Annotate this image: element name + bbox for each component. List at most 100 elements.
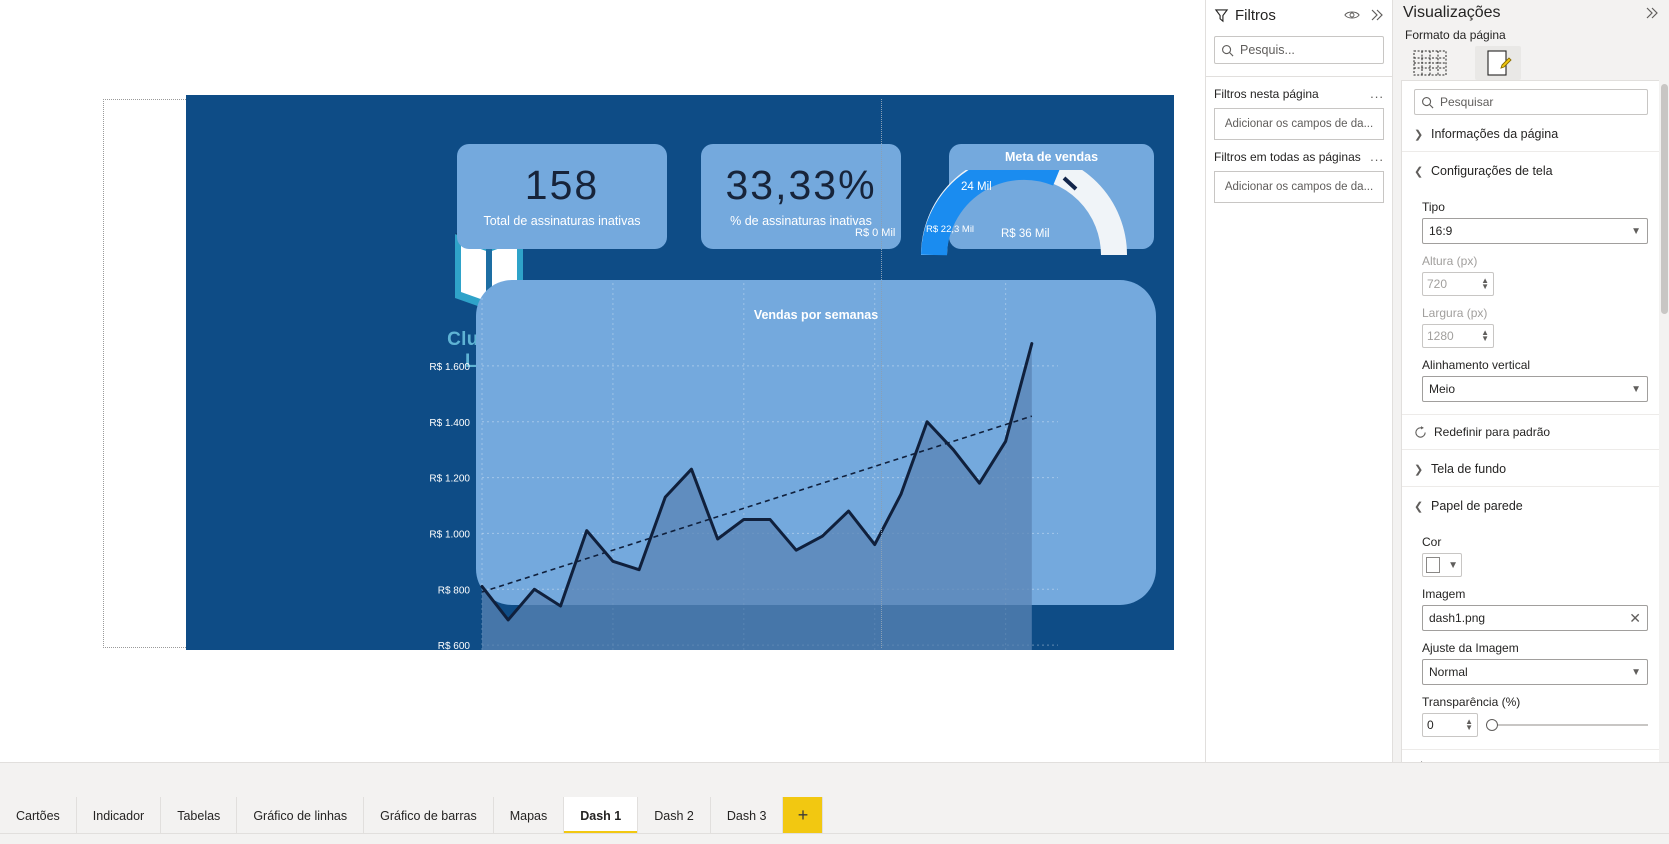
table-grid-icon[interactable] xyxy=(1407,46,1453,80)
section-canvas-settings[interactable]: ❮ Configurações de tela xyxy=(1402,152,1660,188)
page-tab-label: Dash 3 xyxy=(726,808,767,823)
wallpaper-color-picker[interactable]: ▼ xyxy=(1422,553,1462,577)
clear-image-icon[interactable]: ✕ xyxy=(1629,610,1641,627)
filter-group-page: Filtros nesta página ... Adicionar os ca… xyxy=(1206,77,1392,140)
sales-area-fill xyxy=(482,343,1032,650)
filter-group-title: Filtros em todas as páginas xyxy=(1214,150,1361,164)
page-tab-bar: Cartões Indicador Tabelas Gráfico de linhas… xyxy=(0,762,1669,844)
filter-group-head: Filtros em todas as páginas ... xyxy=(1214,150,1384,164)
search-icon xyxy=(1422,96,1434,108)
page-tab-cartões[interactable]: Cartões xyxy=(0,797,77,834)
filters-pane-header: Filtros xyxy=(1206,0,1392,30)
filter-group-all-pages: Filtros em todas as páginas ... Adiciona… xyxy=(1206,140,1392,203)
width-stepper[interactable]: 1280 ▲ ▼ xyxy=(1422,324,1494,348)
format-pane-scrollbar-thumb[interactable] xyxy=(1661,84,1668,314)
wallpaper-transparency-label: Transparência (%) xyxy=(1422,695,1521,709)
wallpaper-image-label: Imagem xyxy=(1422,587,1466,601)
section-page-info[interactable]: ❯ Informações da página xyxy=(1402,115,1660,152)
format-search-placeholder: Pesquisar xyxy=(1440,95,1494,109)
y-axis-tick-label: R$ 1.000 xyxy=(429,529,470,540)
section-wallpaper[interactable]: ❮ Papel de parede xyxy=(1402,487,1660,523)
page-tab-label: Cartões xyxy=(16,808,60,823)
chevron-down-icon: ▼ xyxy=(1631,666,1641,678)
color-chip xyxy=(1426,557,1441,573)
add-page-button[interactable]: + xyxy=(783,797,824,834)
filter-dropzone[interactable]: Adicionar os campos de da... xyxy=(1214,171,1384,203)
page-tab-label: Mapas xyxy=(509,808,548,823)
width-value: 1280 xyxy=(1427,329,1454,343)
type-value: 16:9 xyxy=(1429,224,1453,238)
reset-wallpaper-button[interactable]: Redefinir para padrão xyxy=(1402,749,1660,762)
filters-pane: Filtros Pesquis... Filtros nesta página … xyxy=(1205,0,1393,762)
reset-icon xyxy=(1415,425,1426,438)
format-options-body: Pesquisar ❯ Informações da página ❮ Conf… xyxy=(1401,80,1661,762)
page-tab-list: Cartões Indicador Tabelas Gráfico de linhas… xyxy=(0,797,824,834)
filters-search-input[interactable]: Pesquis... xyxy=(1214,36,1384,64)
filters-search-placeholder: Pesquis... xyxy=(1240,43,1295,57)
page-tab-tabelas[interactable]: Tabelas xyxy=(161,797,238,834)
chevron-right-icon: ❯ xyxy=(1414,128,1424,141)
transparency-stepper[interactable]: 0 ▲ ▼ xyxy=(1422,713,1478,737)
stepper-arrows-icon: ▲ ▼ xyxy=(1481,276,1489,291)
wallpaper-image-field[interactable]: dash1.png ✕ xyxy=(1422,605,1648,631)
filter-group-more-button[interactable]: ... xyxy=(1370,87,1384,100)
chevrons-right-icon[interactable] xyxy=(1370,9,1384,21)
filter-dropzone[interactable]: Adicionar os campos de da... xyxy=(1214,108,1384,140)
y-axis-tick-label: R$ 1.400 xyxy=(429,418,470,429)
width-label: Largura (px) xyxy=(1422,306,1488,320)
section-label: Informações da página xyxy=(1431,127,1559,141)
wallpaper-transparency-row: 0 ▲ ▼ xyxy=(1422,713,1648,737)
type-select[interactable]: 16:9 ▼ xyxy=(1422,218,1648,244)
page-tab-dash-1[interactable]: Dash 1 xyxy=(564,797,639,834)
canvas-settings-body: Tipo 16:9 ▼ Altura (px) 720 ▲ ▼ Largura (… xyxy=(1402,188,1660,414)
chevrons-right-icon[interactable] xyxy=(1645,7,1659,19)
chevron-down-icon: ▼ xyxy=(1631,225,1641,237)
reset-label: Redefinir para padrão xyxy=(1434,425,1551,439)
section-label: Configurações de tela xyxy=(1431,164,1553,178)
page-tab-label: Dash 1 xyxy=(580,808,622,823)
y-axis-tick-label: R$ 800 xyxy=(438,585,471,596)
transparency-slider[interactable] xyxy=(1486,719,1648,731)
visualizations-pane-header: Visualizações xyxy=(1393,0,1669,22)
page-format-icon xyxy=(1487,50,1512,76)
wallpaper-body: Cor ▼ Imagem dash1.png ✕ Ajuste da Image… xyxy=(1402,523,1660,749)
format-search-input[interactable]: Pesquisar xyxy=(1414,89,1648,115)
page-tab-label: Gráfico de linhas xyxy=(253,808,348,823)
chevron-down-icon: ❮ xyxy=(1414,500,1424,513)
format-tab-strip xyxy=(1393,44,1669,80)
y-axis-tick-label: R$ 600 xyxy=(438,641,471,650)
type-label: Tipo xyxy=(1422,200,1445,214)
filter-group-more-button[interactable]: ... xyxy=(1370,150,1384,163)
stepper-arrows-icon: ▲ ▼ xyxy=(1465,717,1473,732)
y-axis-tick-label: R$ 1.600 xyxy=(429,362,470,373)
sales-area-chart[interactable]: R$ 600 R$ 800 R$ 1.000 R$ 1.200 R$ 1.400 R$ 1… xyxy=(186,95,1174,650)
height-stepper[interactable]: 720 ▲ ▼ xyxy=(1422,272,1494,296)
wallpaper-fit-value: Normal xyxy=(1429,665,1468,679)
page-tab-dash-2[interactable]: Dash 2 xyxy=(638,797,711,834)
section-background[interactable]: ❯ Tela de fundo xyxy=(1402,450,1660,487)
format-page-label: Formato da página xyxy=(1405,28,1506,42)
page-tab-label: Dash 2 xyxy=(654,808,694,823)
filter-funnel-icon xyxy=(1214,8,1229,22)
eye-icon[interactable] xyxy=(1344,9,1360,21)
page-format-icon[interactable] xyxy=(1475,46,1521,80)
page-tab-dash-3[interactable]: Dash 3 xyxy=(710,797,784,834)
page-tab-gráfico-de-barras[interactable]: Gráfico de barras xyxy=(364,797,494,834)
page-tab-indicador[interactable]: Indicador xyxy=(76,797,162,834)
wallpaper-fit-select[interactable]: Normal ▼ xyxy=(1422,659,1648,685)
filter-group-head: Filtros nesta página ... xyxy=(1214,87,1384,101)
chevron-down-icon: ❮ xyxy=(1414,165,1424,178)
filters-pane-title: Filtros xyxy=(1235,6,1276,24)
reset-canvas-settings-button[interactable]: Redefinir para padrão xyxy=(1402,414,1660,450)
vertical-align-select[interactable]: Meio ▼ xyxy=(1422,376,1648,402)
page-tab-gráfico-de-linhas[interactable]: Gráfico de linhas xyxy=(237,797,365,834)
wallpaper-color-label: Cor xyxy=(1422,535,1442,549)
vertical-align-label: Alinhamento vertical xyxy=(1422,358,1531,372)
page-tab-mapas[interactable]: Mapas xyxy=(493,797,565,834)
slider-thumb[interactable] xyxy=(1486,719,1498,731)
wallpaper-fit-label: Ajuste da Imagem xyxy=(1422,641,1519,655)
page-tab-label: Tabelas xyxy=(177,808,221,823)
page-tab-label: Indicador xyxy=(92,808,145,823)
visualizations-pane-title: Visualizações xyxy=(1403,4,1501,21)
table-grid-icon xyxy=(1413,50,1447,76)
